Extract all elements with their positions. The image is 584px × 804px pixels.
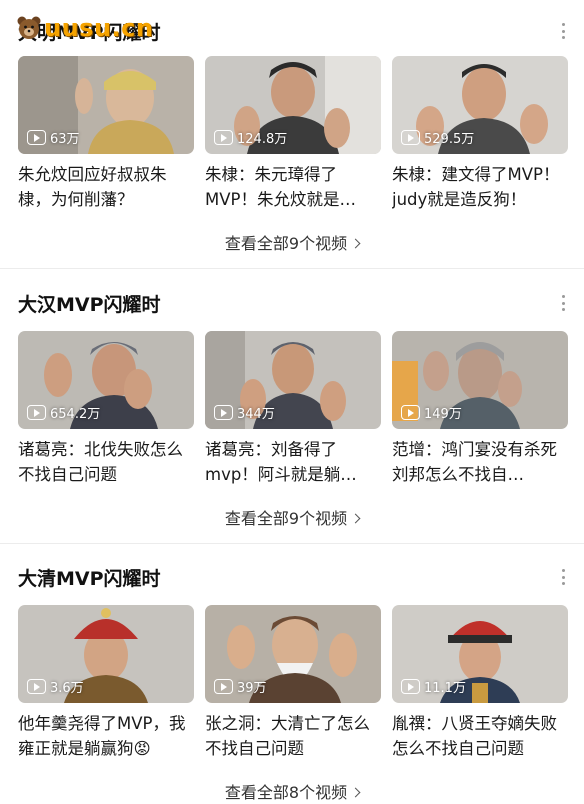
- view-all-label: 查看全部9个视频: [224, 509, 348, 528]
- video-title[interactable]: 朱棣：建文得了MVP！judy就是造反狗！: [392, 162, 570, 212]
- video-title[interactable]: 诸葛亮：刘备得了mvp！阿斗就是躺…: [205, 437, 383, 487]
- view-count-text: 149万: [424, 407, 462, 422]
- play-icon: [27, 679, 46, 694]
- view-count-text: 3.6万: [50, 681, 84, 696]
- view-count-text: 11.1万: [424, 681, 466, 696]
- section-title: 大清MVP闪耀时: [18, 568, 161, 590]
- play-icon: [214, 679, 233, 694]
- view-count: 344万: [214, 403, 275, 422]
- video-thumbnail[interactable]: 344万: [205, 331, 381, 429]
- video-thumbnail[interactable]: 654.2万: [18, 331, 194, 429]
- play-icon: [214, 405, 233, 420]
- view-all-link[interactable]: 查看全部9个视频: [0, 505, 584, 529]
- chevron-right-icon: [350, 787, 361, 798]
- view-count-text: 124.8万: [237, 132, 288, 147]
- video-card[interactable]: 63万 朱允炆回应好叔叔朱棣，为何削藩？: [18, 56, 194, 212]
- video-title[interactable]: 他年羹尧得了MVP，我雍正就是躺赢狗😡: [18, 711, 196, 761]
- view-count: 124.8万: [214, 128, 287, 147]
- play-icon: [214, 130, 233, 145]
- chevron-right-icon: [350, 513, 361, 524]
- video-card[interactable]: 529.5万 朱棣：建文得了MVP！judy就是造反狗！: [392, 56, 568, 212]
- bear-logo-icon: [17, 16, 41, 39]
- chevron-right-icon: [350, 238, 361, 249]
- view-all-link[interactable]: 查看全部9个视频: [0, 230, 584, 254]
- section-divider: [0, 268, 584, 269]
- view-count: 654.2万: [27, 403, 100, 422]
- video-title[interactable]: 诸葛亮：北伐失败怎么不找自己问题: [18, 437, 196, 487]
- view-all-label: 查看全部9个视频: [224, 234, 348, 253]
- video-card[interactable]: 11.1万 胤禩：八贤王夺嫡失败怎么不找自己问题: [392, 605, 568, 761]
- section-divider: [0, 543, 584, 544]
- view-count-text: 344万: [237, 407, 275, 422]
- video-card[interactable]: 39万 张之洞：大清亡了怎么不找自己问题: [205, 605, 381, 761]
- view-count: 39万: [214, 677, 267, 696]
- watermark-text: uusu.cn: [44, 14, 154, 42]
- video-thumbnail[interactable]: 529.5万: [392, 56, 568, 154]
- view-count-text: 654.2万: [50, 407, 101, 422]
- video-title[interactable]: 张之洞：大清亡了怎么不找自己问题: [205, 711, 383, 761]
- more-options-icon[interactable]: [558, 20, 568, 42]
- play-icon: [401, 679, 420, 694]
- video-thumbnail[interactable]: 3.6万: [18, 605, 194, 703]
- video-thumbnail[interactable]: 149万: [392, 331, 568, 429]
- view-all-label: 查看全部8个视频: [224, 783, 348, 802]
- video-card[interactable]: 3.6万 他年羹尧得了MVP，我雍正就是躺赢狗😡: [18, 605, 194, 761]
- view-count-text: 39万: [237, 681, 267, 696]
- video-thumbnail[interactable]: 39万: [205, 605, 381, 703]
- video-thumbnail[interactable]: 124.8万: [205, 56, 381, 154]
- video-card[interactable]: 654.2万 诸葛亮：北伐失败怎么不找自己问题: [18, 331, 194, 487]
- video-thumbnail[interactable]: 11.1万: [392, 605, 568, 703]
- more-options-icon[interactable]: [558, 566, 568, 588]
- section-title: 大汉MVP闪耀时: [18, 294, 161, 316]
- view-count: 529.5万: [401, 128, 474, 147]
- more-options-icon[interactable]: [558, 292, 568, 314]
- view-count: 11.1万: [401, 677, 466, 696]
- video-title[interactable]: 胤禩：八贤王夺嫡失败怎么不找自己问题: [392, 711, 570, 761]
- video-title[interactable]: 朱允炆回应好叔叔朱棣，为何削藩？: [18, 162, 196, 212]
- play-icon: [401, 130, 420, 145]
- play-icon: [401, 405, 420, 420]
- play-icon: [27, 130, 46, 145]
- view-count-text: 63万: [50, 132, 80, 147]
- watermark: uusu.cn: [16, 14, 153, 42]
- video-thumbnail[interactable]: 63万: [18, 56, 194, 154]
- view-count-text: 529.5万: [424, 132, 475, 147]
- video-card[interactable]: 149万 范增：鸿门宴没有杀死刘邦怎么不找自…: [392, 331, 568, 487]
- play-icon: [27, 405, 46, 420]
- view-all-link[interactable]: 查看全部8个视频: [0, 779, 584, 803]
- view-count: 63万: [27, 128, 80, 147]
- video-card[interactable]: 344万 诸葛亮：刘备得了mvp！阿斗就是躺…: [205, 331, 381, 487]
- video-title[interactable]: 朱棣：朱元璋得了MVP！朱允炆就是…: [205, 162, 383, 212]
- view-count: 149万: [401, 403, 462, 422]
- view-count: 3.6万: [27, 677, 84, 696]
- video-card[interactable]: 124.8万 朱棣：朱元璋得了MVP！朱允炆就是…: [205, 56, 381, 212]
- video-title[interactable]: 范增：鸿门宴没有杀死刘邦怎么不找自…: [392, 437, 570, 487]
